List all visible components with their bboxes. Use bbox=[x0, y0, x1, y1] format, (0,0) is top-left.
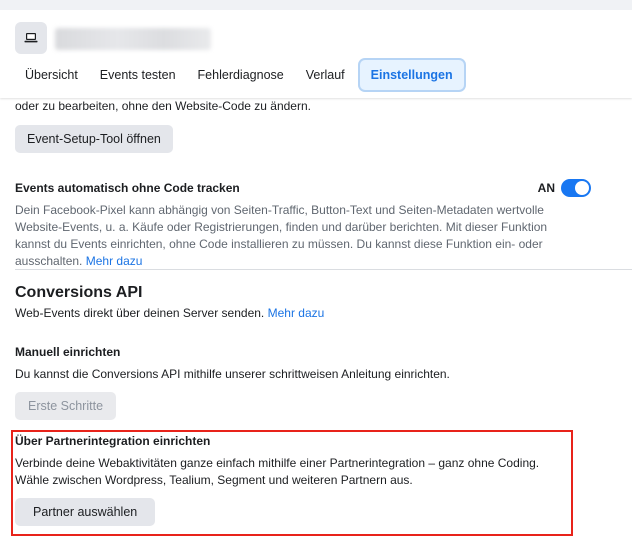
tab-overview[interactable]: Übersicht bbox=[14, 60, 89, 90]
conversions-api-description-text: Web-Events direkt über deinen Server sen… bbox=[15, 306, 265, 320]
pixel-header: Übersicht Events testen Fehlerdiagnose V… bbox=[0, 10, 632, 98]
auto-tracking-learn-more-link[interactable]: Mehr dazu bbox=[86, 254, 143, 268]
open-event-setup-tool-button[interactable]: Event-Setup-Tool öffnen bbox=[15, 125, 173, 153]
tab-test-events[interactable]: Events testen bbox=[89, 60, 187, 90]
toggle-switch[interactable] bbox=[561, 179, 591, 197]
manual-setup-description: Du kannst die Conversions API mithilfe u… bbox=[15, 367, 450, 381]
settings-card: Übersicht Events testen Fehlerdiagnose V… bbox=[0, 10, 632, 540]
pixel-name-redacted bbox=[55, 28, 211, 50]
laptop-icon bbox=[24, 33, 38, 43]
auto-tracking-description: Dein Facebook-Pixel kann abhängig von Se… bbox=[15, 202, 585, 270]
toggle-knob bbox=[575, 181, 589, 195]
pixel-avatar bbox=[15, 22, 47, 54]
tab-history[interactable]: Verlauf bbox=[295, 60, 356, 90]
conversions-api-title: Conversions API bbox=[15, 284, 143, 301]
toggle-state-label: AN bbox=[537, 181, 555, 195]
event-setup-description: oder zu bearbeiten, ohne den Website-Cod… bbox=[15, 99, 311, 113]
choose-partner-button[interactable]: Partner auswählen bbox=[15, 498, 156, 526]
get-started-button[interactable]: Erste Schritte bbox=[15, 392, 117, 420]
auto-tracking-toggle[interactable]: AN bbox=[538, 179, 591, 197]
tab-bar: Übersicht Events testen Fehlerdiagnose V… bbox=[14, 60, 464, 90]
tab-diagnostics[interactable]: Fehlerdiagnose bbox=[187, 60, 295, 90]
section-divider bbox=[15, 269, 632, 270]
manual-setup-title: Manuell einrichten bbox=[15, 345, 121, 359]
partner-integration-title: Über Partnerintegration einrichten bbox=[15, 434, 211, 448]
conversions-api-description: Web-Events direkt über deinen Server sen… bbox=[15, 305, 324, 322]
conversions-api-learn-more-link[interactable]: Mehr dazu bbox=[268, 306, 325, 320]
partner-integration-description: Verbinde deine Webaktivitäten ganze einf… bbox=[15, 456, 540, 487]
auto-tracking-title: Events automatisch ohne Code tracken bbox=[15, 181, 240, 195]
tab-settings[interactable]: Einstellungen bbox=[359, 60, 464, 90]
